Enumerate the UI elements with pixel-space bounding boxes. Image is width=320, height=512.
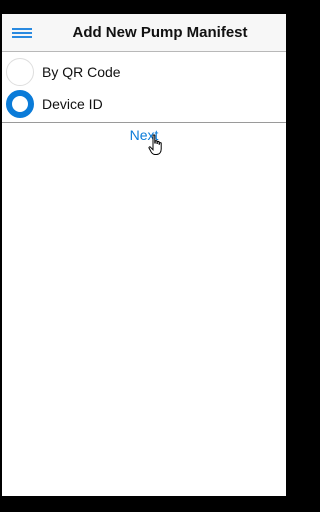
menu-button[interactable] xyxy=(12,26,32,40)
app-screen: Add New Pump Manifest By QR Code Device … xyxy=(2,14,286,496)
hamburger-menu-icon xyxy=(12,28,32,38)
divider xyxy=(2,122,286,123)
header-bar: Add New Pump Manifest xyxy=(2,14,286,52)
option-device-id[interactable]: Device ID xyxy=(2,88,286,120)
page-title: Add New Pump Manifest xyxy=(72,24,248,41)
option-by-qr-code[interactable]: By QR Code xyxy=(2,56,286,88)
option-label-device-id: Device ID xyxy=(42,96,103,112)
next-button[interactable]: Next xyxy=(2,124,286,146)
radio-button-device-id[interactable] xyxy=(6,90,34,118)
option-label-qr-code: By QR Code xyxy=(42,64,121,80)
radio-button-qr-code[interactable] xyxy=(6,58,34,86)
